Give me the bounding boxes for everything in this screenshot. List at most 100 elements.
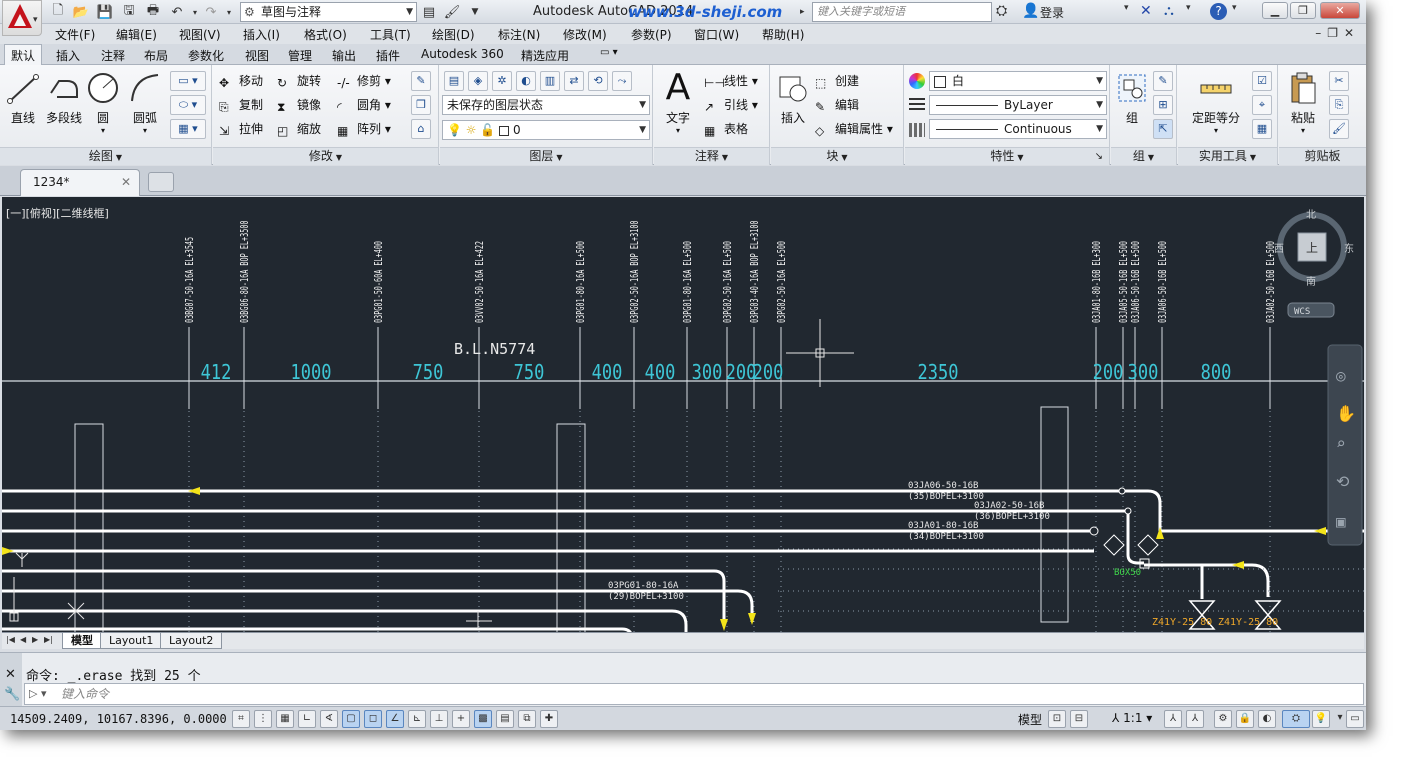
status-menu-icon[interactable]: ▾ <box>1334 710 1346 728</box>
arc-button[interactable]: 圆弧 ▾ <box>128 71 162 135</box>
help-icon[interactable]: ? <box>1210 3 1227 20</box>
block-panel-title[interactable]: 块 ▼ <box>771 147 903 165</box>
tab-output[interactable]: 输出 <box>332 47 356 64</box>
tab-layout[interactable]: 布局 <box>144 47 168 64</box>
insert-block-button[interactable]: 插入 <box>775 71 811 126</box>
current-layer-dropdown[interactable]: 💡 ☼ 🔓 0 ▼ <box>442 120 650 140</box>
workspace-dropdown[interactable]: ⚙ 草图与注释 ▼ <box>240 2 417 22</box>
quick-properties-icon[interactable]: ▤ <box>496 710 514 728</box>
clean-screen-icon[interactable]: ▭ <box>1346 710 1364 728</box>
menu-format[interactable]: 格式(O) <box>304 26 347 43</box>
maximize-button[interactable]: ❐ <box>1290 2 1316 19</box>
layer-lock-icon[interactable]: ▥ <box>540 71 560 91</box>
login-link[interactable]: 登录 <box>1040 4 1064 21</box>
3d-osnap-icon[interactable]: ◻ <box>364 710 382 728</box>
annotation-monitor-icon[interactable]: ✚ <box>540 710 558 728</box>
explode-icon[interactable]: ❒ <box>411 95 431 115</box>
line-button[interactable]: 直线 <box>6 71 40 126</box>
ungroup-icon[interactable]: ✎ <box>1153 71 1173 91</box>
leader-button[interactable]: ↗ 引线 ▾ <box>704 95 758 115</box>
tab-insert[interactable]: 插入 <box>56 47 80 64</box>
group-edit-icon[interactable]: ⊞ <box>1153 95 1173 115</box>
offset-icon[interactable]: ⌂ <box>411 119 431 139</box>
otrack-icon[interactable]: ∠ <box>386 710 404 728</box>
close-button[interactable]: ✕ <box>1320 2 1360 19</box>
help-dropdown-icon[interactable]: ▾ <box>1232 3 1237 13</box>
drawing-canvas[interactable]: 03BG07-50-16A EL+3545 03BG06-80-16A BOP E… <box>2 197 1364 649</box>
move-button[interactable]: ✥ 移动 <box>219 71 263 91</box>
tab-featured-apps[interactable]: 精选应用 <box>521 47 569 64</box>
toolbar-lock-icon[interactable]: 🔒 <box>1236 710 1254 728</box>
workspace-switch-icon[interactable]: ⚙ <box>1214 710 1232 728</box>
menu-file[interactable]: 文件(F) <box>55 26 95 43</box>
transparency-icon[interactable]: ▩ <box>474 710 492 728</box>
tab-manage[interactable]: 管理 <box>288 47 312 64</box>
table-button[interactable]: ▦ 表格 <box>704 119 748 139</box>
tab-parametric[interactable]: 参数化 <box>188 47 224 64</box>
draw-panel-title[interactable]: 绘图 ▼ <box>0 147 211 165</box>
print-icon[interactable]: 🖶 <box>144 3 162 21</box>
menu-draw[interactable]: 绘图(D) <box>432 26 475 43</box>
ortho-icon[interactable]: ∟ <box>298 710 316 728</box>
command-grip[interactable]: ✕ 🔧 <box>0 653 22 707</box>
group-selection-icon[interactable]: ⇱ <box>1153 119 1173 139</box>
polar-icon[interactable]: ∢ <box>320 710 338 728</box>
close-icon[interactable]: ✕ <box>5 667 16 682</box>
group-button[interactable]: 组 <box>1115 71 1149 126</box>
layer-freeze-icon[interactable]: ✲ <box>492 71 512 91</box>
command-prompt-icon[interactable]: ▷ ▾ <box>29 684 46 704</box>
measure-button[interactable]: 定距等分 ▾ <box>1186 71 1246 135</box>
tab-autodesk-360[interactable]: Autodesk 360 <box>421 47 504 61</box>
erase-icon[interactable]: ✎ <box>411 71 431 91</box>
menu-help[interactable]: 帮助(H) <box>762 26 804 43</box>
menu-insert[interactable]: 插入(I) <box>243 26 280 43</box>
grid-icon[interactable]: ▦ <box>276 710 294 728</box>
match-properties-icon[interactable]: 🖌 <box>443 3 461 21</box>
copy-button[interactable]: ⎘ 复制 <box>219 95 263 115</box>
menu-modify[interactable]: 修改(M) <box>563 26 607 43</box>
auto-scale-icon[interactable]: ⅄ <box>1186 710 1204 728</box>
save-as-icon[interactable]: 🖫 <box>120 3 138 21</box>
stretch-button[interactable]: ⇲ 拉伸 <box>219 119 263 139</box>
hatch-icon[interactable]: ▦ ▾ <box>170 119 206 139</box>
stay-connected-icon[interactable]: ⛬ <box>1164 3 1174 19</box>
layer-isolate-icon[interactable]: ◈ <box>468 71 488 91</box>
modify-panel-title[interactable]: 修改 ▼ <box>213 147 438 165</box>
mirror-button[interactable]: ⧗ 镜像 <box>277 95 321 115</box>
annotation-scale[interactable]: ⅄ 1:1 ▾ <box>1112 711 1152 725</box>
menu-tools[interactable]: 工具(T) <box>370 26 411 43</box>
close-icon[interactable]: ✕ <box>121 170 131 194</box>
document-tab[interactable]: 1234* ✕ <box>20 169 140 196</box>
utilities-panel-title[interactable]: 实用工具 ▼ <box>1178 147 1277 165</box>
cut-icon[interactable]: ✂ <box>1329 71 1349 91</box>
edit-block-button[interactable]: ✎ 编辑 <box>815 95 859 115</box>
tab-layout1[interactable]: Layout1 <box>100 633 163 649</box>
lightbulb-icon[interactable]: 💡 <box>1312 710 1330 728</box>
annotation-panel-title[interactable]: 注释 ▼ <box>654 147 769 165</box>
redo-icon[interactable]: ↷ <box>202 3 220 21</box>
menu-window[interactable]: 窗口(W) <box>694 26 739 43</box>
match-properties-icon[interactable]: 🖌 <box>1329 119 1349 139</box>
open-file-icon[interactable]: 📂 <box>72 3 90 21</box>
minimize-button[interactable]: ▁ <box>1262 2 1288 19</box>
quick-view-drawings-icon[interactable]: ⊟ <box>1070 710 1088 728</box>
linetype-dropdown[interactable]: Continuous ▼ <box>929 119 1107 139</box>
previous-layout-icon[interactable]: ◀ <box>20 635 26 644</box>
new-file-icon[interactable]: 🗋 <box>49 3 67 21</box>
menu-view[interactable]: 视图(V) <box>179 26 221 43</box>
osnap-icon[interactable]: ▢ <box>342 710 360 728</box>
scale-button[interactable]: ◰ 缩放 <box>277 119 321 139</box>
search-expand-icon[interactable]: ▸ <box>800 2 812 22</box>
layer-previous-icon[interactable]: ⟲ <box>588 71 608 91</box>
last-layout-icon[interactable]: ▶| <box>44 635 53 644</box>
rectangle-icon[interactable]: ▭ ▾ <box>170 71 206 91</box>
tab-layout2[interactable]: Layout2 <box>160 633 223 649</box>
layer-match-icon[interactable]: ⇄ <box>564 71 584 91</box>
viewport-label[interactable]: [一][俯视][二维线框] <box>6 205 109 221</box>
layer-properties-icon[interactable]: ▤ <box>420 3 438 21</box>
circle-button[interactable]: 圆 ▾ <box>86 71 120 135</box>
binoculars-icon[interactable]: ⛭ <box>996 3 1007 19</box>
exchange-apps-icon[interactable]: ✕ <box>1140 3 1152 19</box>
text-button[interactable]: A 文字 ▾ <box>660 70 696 136</box>
menu-dimension[interactable]: 标注(N) <box>498 26 540 43</box>
